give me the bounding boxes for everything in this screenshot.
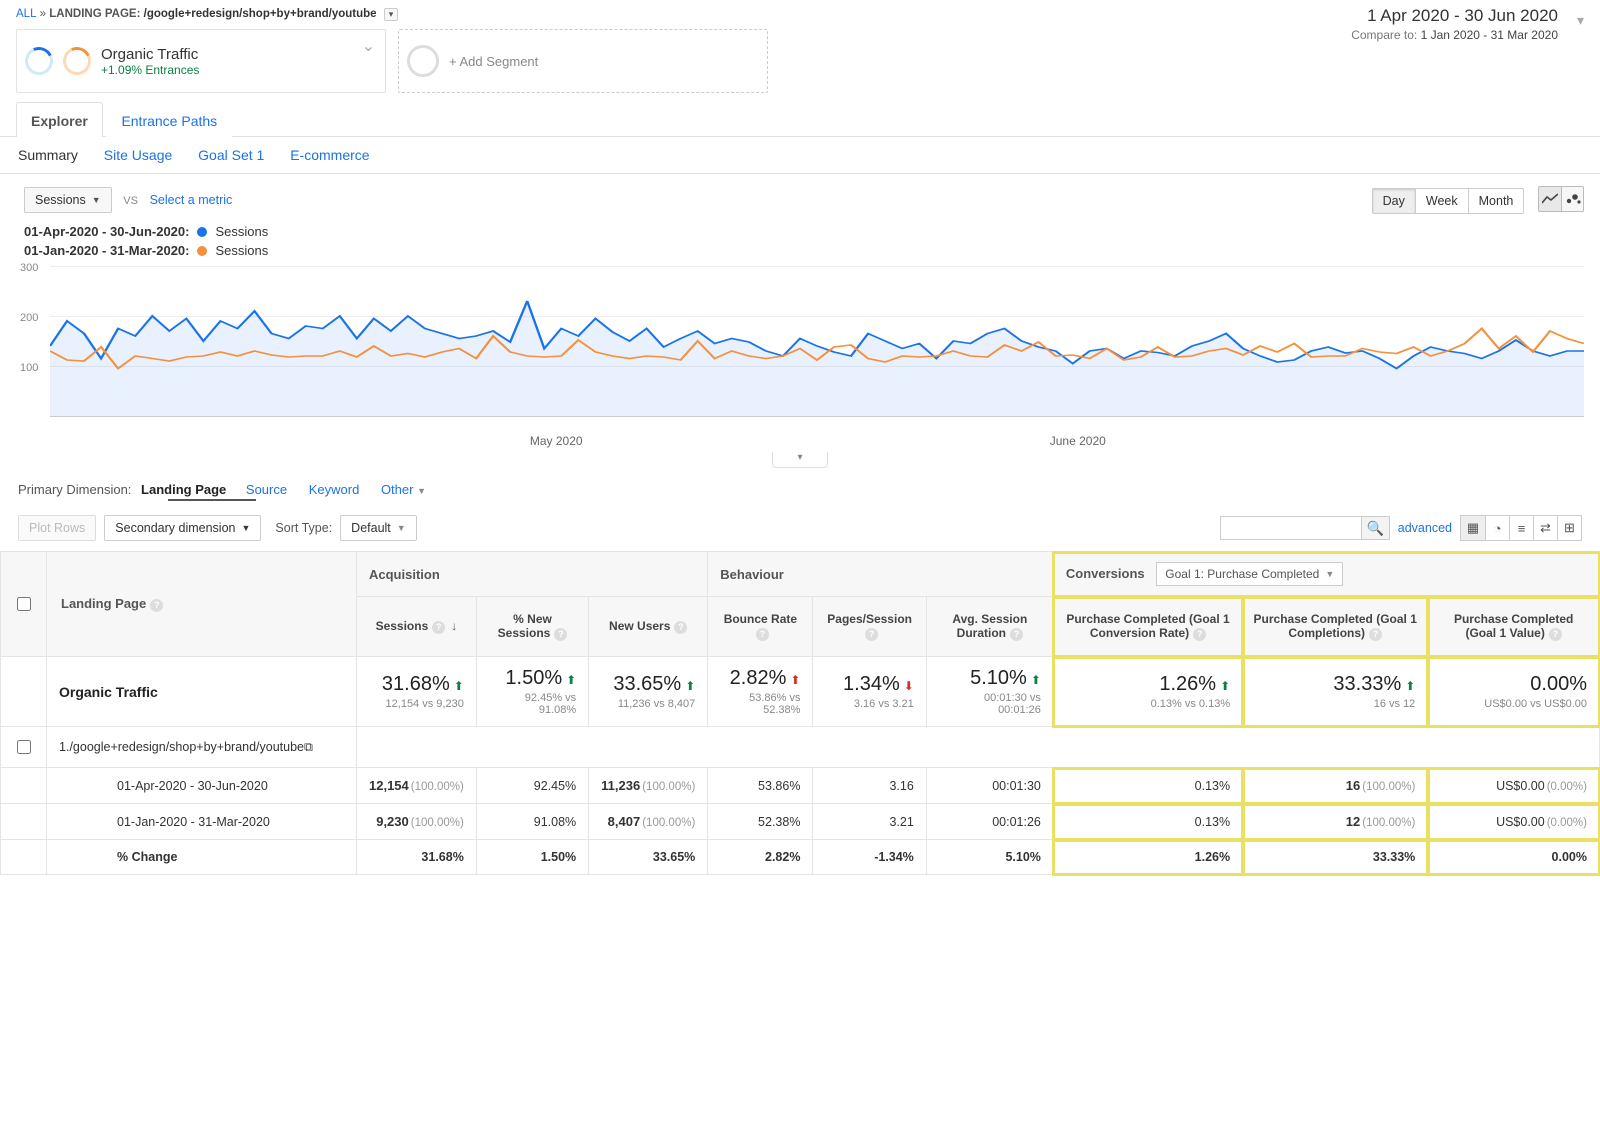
chart-type-toggle [1538,186,1584,212]
arrow-up-icon: ⬆ [685,679,695,693]
help-icon[interactable]: ? [1549,628,1562,641]
arrow-down-icon: ⬇ [904,679,914,693]
dim-other[interactable]: Other ▼ [381,482,426,497]
help-icon[interactable]: ? [756,628,769,641]
comparison-view-icon[interactable]: ⇄ [1533,516,1557,540]
help-icon[interactable]: ? [1369,628,1382,641]
group-conversions: Conversions Goal 1: Purchase Completed▼ [1053,552,1599,597]
dot-icon [197,246,207,256]
chevron-down-icon[interactable]: ⌄ [362,36,375,56]
secondary-dimension-dropdown[interactable]: Secondary dimension▼ [104,515,261,541]
group-acquisition: Acquisition [357,552,708,597]
sort-type-dropdown[interactable]: Default▼ [340,515,417,541]
pivot-view-icon[interactable]: ⊞ [1557,516,1581,540]
segment-organic-traffic[interactable]: Organic Traffic +1.09% Entrances ⌄ [16,29,386,93]
help-icon[interactable]: ? [865,628,878,641]
arrow-up-icon: ⬆ [566,673,576,687]
dim-landing-page[interactable]: Landing Page [141,482,226,497]
help-icon[interactable]: ? [1010,628,1023,641]
arrow-up-icon: ⬆ [1220,679,1230,693]
col-goal-value[interactable]: Purchase Completed (Goal 1 Value)? [1428,597,1600,657]
arrow-up-icon: ⬆ [790,673,800,687]
help-icon[interactable]: ? [554,628,567,641]
help-icon[interactable]: ? [432,621,445,634]
circle-icon [407,45,439,77]
data-table: Landing Page? Acquisition Behaviour Conv… [0,551,1600,875]
table-row: 1./google+redesign/shop+by+brand/youtube… [1,727,1600,768]
col-pct-new[interactable]: % New Sessions? [476,597,588,657]
select-all-checkbox[interactable] [17,597,31,611]
bar-view-icon[interactable]: ≡ [1509,516,1533,540]
col-duration[interactable]: Avg. Session Duration? [926,597,1053,657]
dim-keyword[interactable]: Keyword [309,482,360,497]
segment-title: Organic Traffic [101,46,199,63]
arrow-up-icon: ⬆ [1031,673,1041,687]
dot-icon [197,227,207,237]
date-range: 1 Apr 2020 - 30 Jun 2020 [1351,6,1558,26]
subtab-goal-set[interactable]: Goal Set 1 [198,147,264,163]
caret-down-icon: ▾ [1577,12,1584,29]
granularity-month[interactable]: Month [1469,188,1525,214]
col-pps[interactable]: Pages/Session? [813,597,926,657]
metric-selector[interactable]: Sessions▼ [24,187,112,213]
col-new-users[interactable]: New Users? [589,597,708,657]
dim-source[interactable]: Source [246,482,287,497]
help-icon[interactable]: ? [1193,628,1206,641]
breadcrumb-all[interactable]: ALL [16,8,36,20]
breadcrumb-path: /google+redesign/shop+by+brand/youtube [144,8,377,20]
table-view-toggle: ▦ ◔ ≡ ⇄ ⊞ [1460,515,1582,541]
breadcrumb[interactable]: ALL » LANDING PAGE: /google+redesign/sho… [16,4,768,29]
donut-icon [59,43,95,79]
row-checkbox[interactable] [17,740,31,754]
subtab-summary[interactable]: Summary [18,147,78,163]
plot-rows-button: Plot Rows [18,515,96,541]
goal-selector[interactable]: Goal 1: Purchase Completed▼ [1156,562,1343,586]
time-granularity-toggle: Day Week Month [1372,188,1525,214]
arrow-up-icon: ⬆ [1405,679,1415,693]
add-segment-button[interactable]: + Add Segment [398,29,768,93]
help-icon[interactable]: ? [674,621,687,634]
arrow-up-icon: ⬆ [454,679,464,693]
table-row: 01-Jan-2020 - 31-Mar-2020 9,230(100.00%)… [1,804,1600,840]
tab-explorer[interactable]: Explorer [16,102,103,137]
donut-icon [21,43,57,79]
segment-subtext: +1.09% Entrances [101,63,199,77]
breadcrumb-dropdown[interactable]: ▾ [384,8,399,21]
sort-desc-icon: ↓ [451,619,457,633]
search-input[interactable] [1221,517,1361,539]
landing-page-link[interactable]: /google+redesign/shop+by+brand/youtube [69,740,304,754]
pie-view-icon[interactable]: ◔ [1485,516,1509,540]
table-search: 🔍 [1220,516,1390,540]
sessions-chart: 300 200 100 [20,266,1584,434]
select-metric-link[interactable]: Select a metric [150,193,233,207]
advanced-link[interactable]: advanced [1398,521,1452,535]
x-tick: June 2020 [1050,434,1106,448]
col-landing-page: Landing Page? [47,552,357,657]
motion-chart-icon[interactable] [1561,187,1583,211]
col-goal-rate[interactable]: Purchase Completed (Goal 1 Conversion Ra… [1053,597,1242,657]
col-sessions[interactable]: Sessions?↓ [357,597,477,657]
expand-chart-handle[interactable]: ▾ [772,452,828,468]
chart-legend: 01-Apr-2020 - 30-Jun-2020:Sessions 01-Ja… [0,218,1600,266]
col-goal-completions[interactable]: Purchase Completed (Goal 1 Completions)? [1243,597,1428,657]
search-icon[interactable]: 🔍 [1361,517,1389,539]
summary-row: Organic Traffic 31.68%⬆12,154 vs 9,230 1… [1,657,1600,727]
open-link-icon[interactable]: ⧉ [304,740,313,754]
subtab-ecommerce[interactable]: E-commerce [290,147,369,163]
group-behaviour: Behaviour [708,552,1054,597]
table-row: % Change 31.68% 1.50% 33.65% 2.82% -1.34… [1,840,1600,875]
date-range-picker[interactable]: 1 Apr 2020 - 30 Jun 2020 Compare to: 1 J… [1351,4,1584,42]
table-row: 01-Apr-2020 - 30-Jun-2020 12,154(100.00%… [1,768,1600,804]
tab-entrance-paths[interactable]: Entrance Paths [106,102,232,137]
col-bounce[interactable]: Bounce Rate? [708,597,813,657]
granularity-day[interactable]: Day [1372,188,1416,214]
x-tick: May 2020 [530,434,583,448]
line-chart-icon[interactable] [1539,187,1561,211]
caret-down-icon: ▼ [92,195,101,205]
subtab-site-usage[interactable]: Site Usage [104,147,172,163]
granularity-week[interactable]: Week [1416,188,1469,214]
table-view-icon[interactable]: ▦ [1461,516,1485,540]
help-icon[interactable]: ? [150,599,163,612]
